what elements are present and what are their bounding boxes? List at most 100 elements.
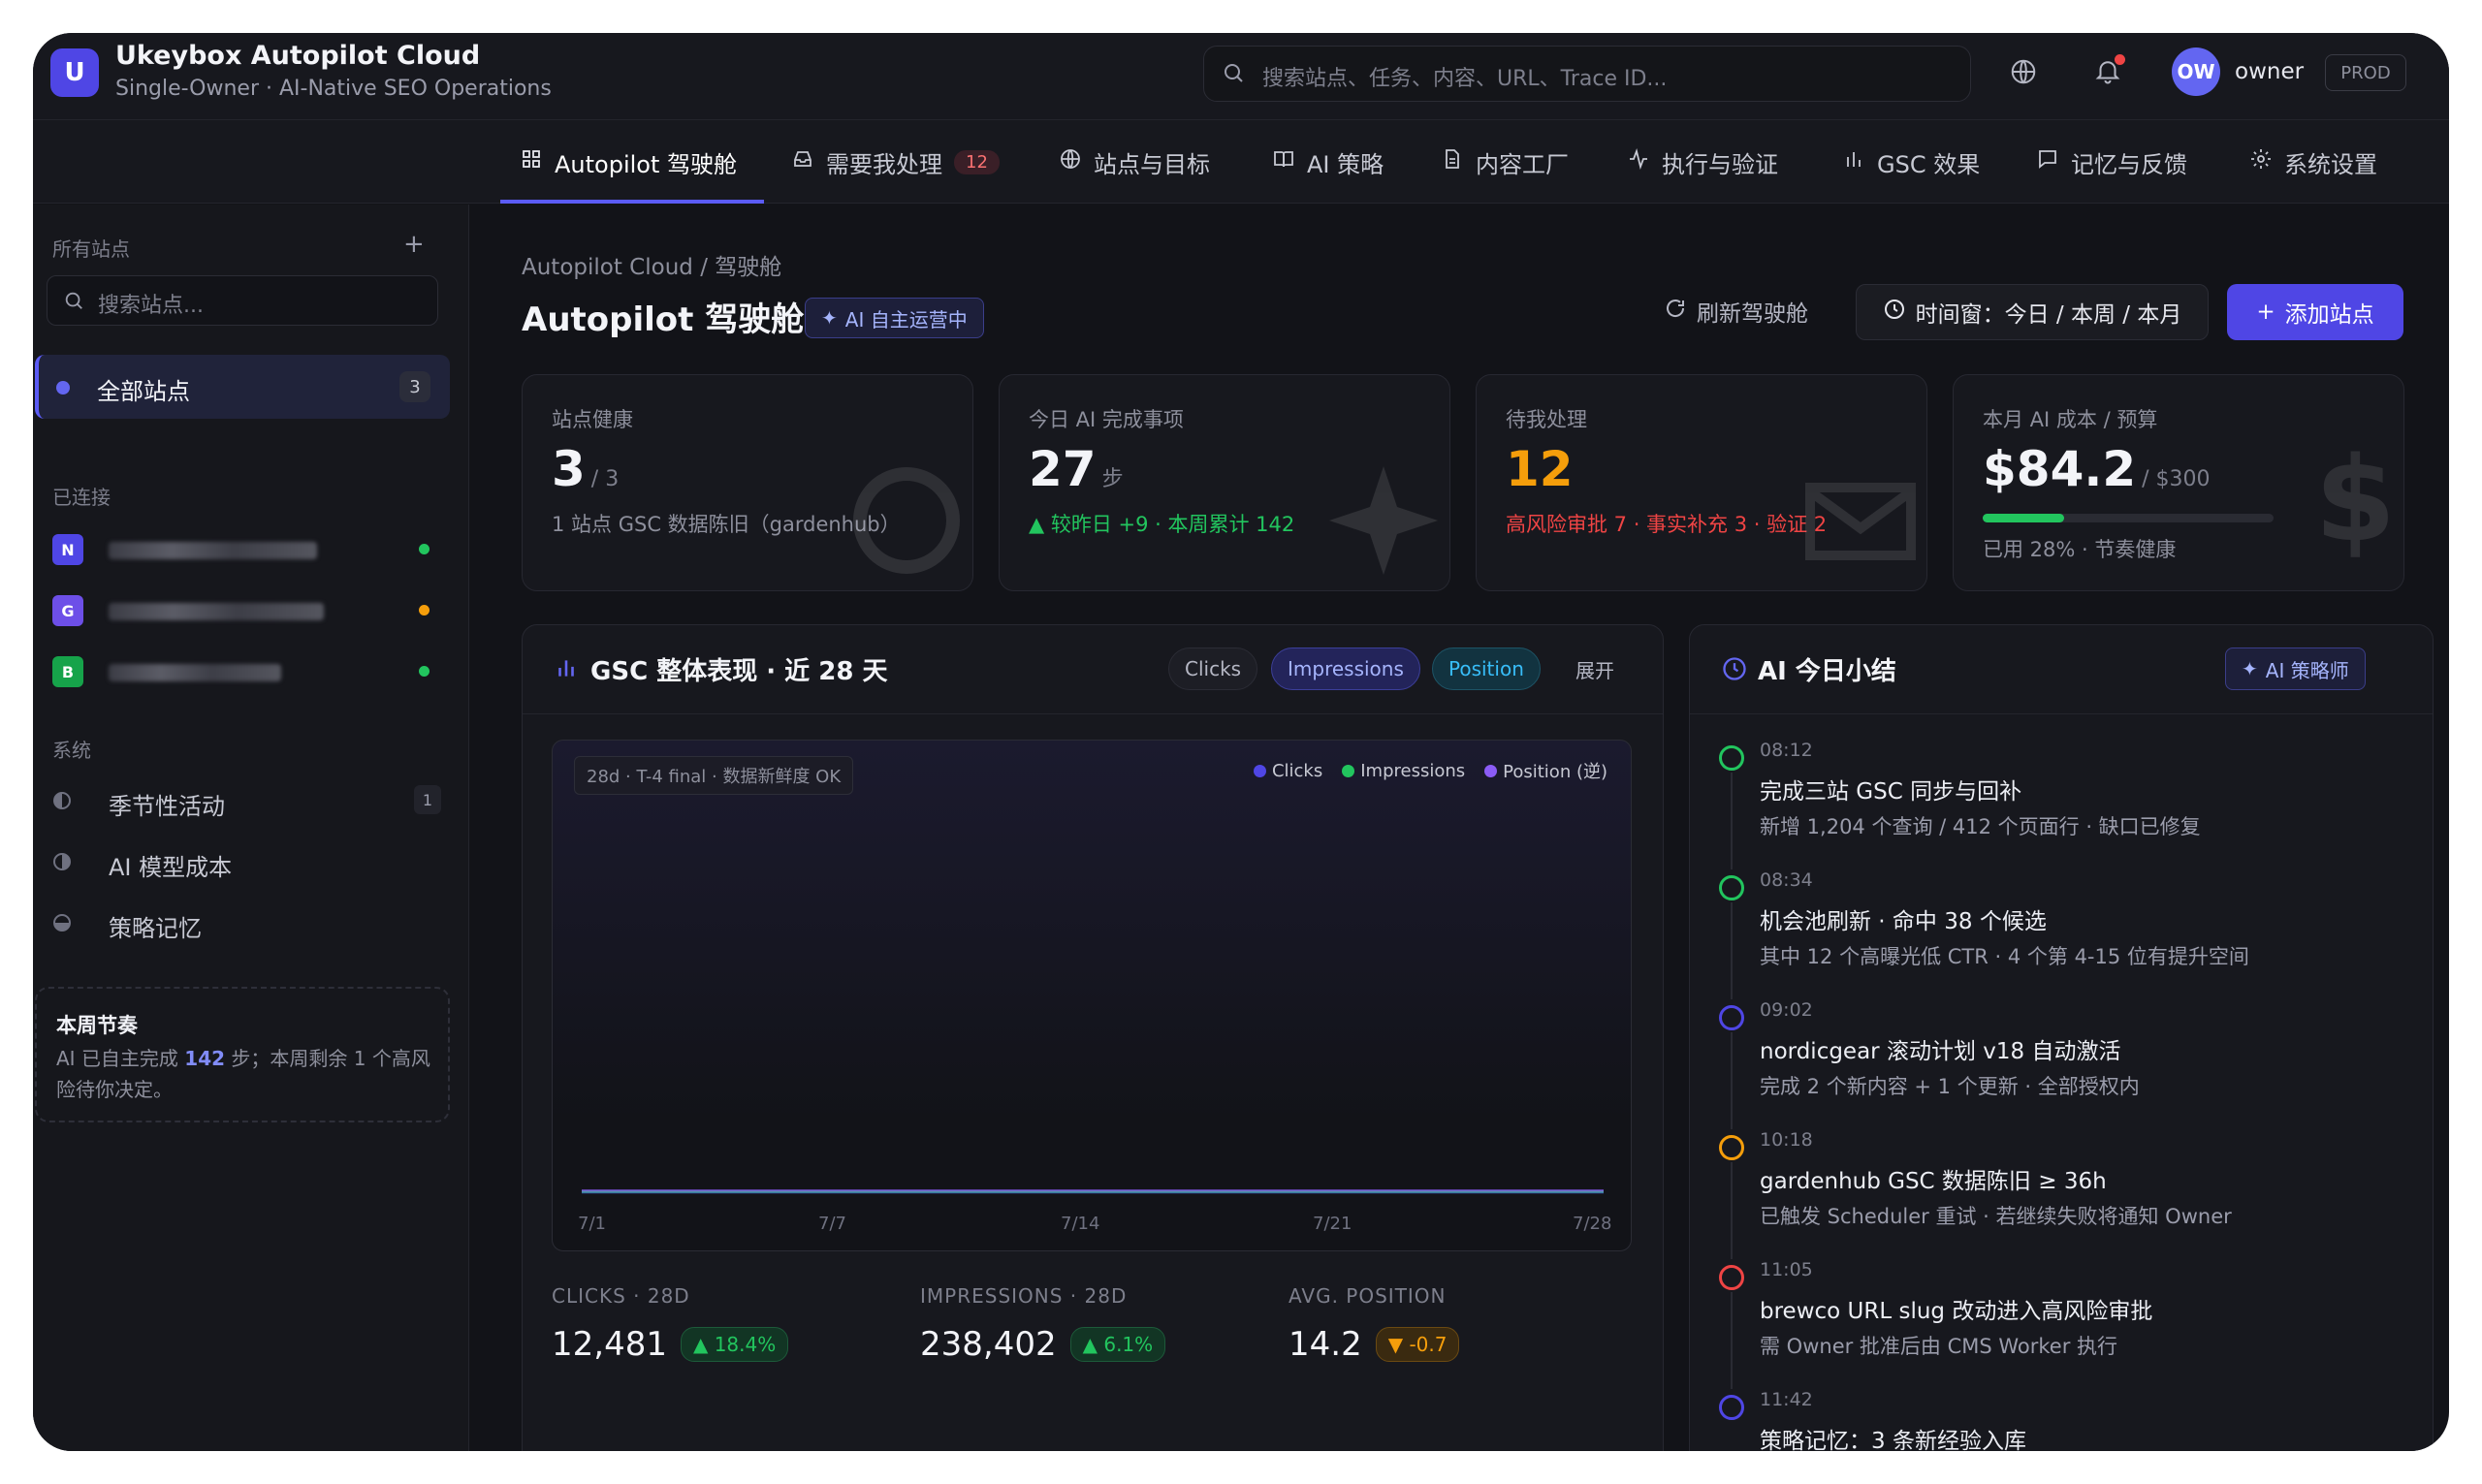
- gear-icon: [2249, 147, 2273, 176]
- add-site-button[interactable]: + 添加站点: [2227, 284, 2403, 340]
- sparkle-icon: [1329, 466, 1438, 575]
- timeline-item[interactable]: 08:12 完成三站 GSC 同步与回补 新增 1,204 个查询 / 412 个页…: [1719, 740, 2398, 869]
- refresh-button[interactable]: 刷新驾驶舱: [1664, 295, 1808, 328]
- expand-button[interactable]: 展开: [1560, 647, 1630, 690]
- delta-badge: ▲ 6.1%: [1069, 1327, 1166, 1362]
- kpi-pending[interactable]: 待我处理 12 高风险审批 7 · 事实补充 3 · 验证 2: [1476, 374, 1927, 591]
- time-window-select[interactable]: 时间窗：今日 / 本周 / 本月: [1856, 284, 2209, 340]
- chip-position[interactable]: Position: [1432, 647, 1541, 690]
- sidebar-site-item[interactable]: N: [52, 530, 450, 569]
- tab-needs-action[interactable]: 需要我处理 12: [791, 120, 1000, 204]
- tab-label: 需要我处理: [826, 150, 942, 178]
- main-tabs: Autopilot 驾驶舱 需要我处理 12 站点与目标 AI 策略 内容工厂 …: [33, 120, 2449, 204]
- grid-icon: [520, 147, 543, 176]
- user-name[interactable]: owner: [2235, 59, 2304, 84]
- stat-label: IMPRESSIONS · 28D: [920, 1284, 1128, 1308]
- timeline-item[interactable]: 10:18 gardenhub GSC 数据陈旧 ≥ 36h 已触发 Schedul…: [1719, 1129, 2398, 1259]
- timeline-item[interactable]: 09:02 nordicgear 滚动计划 v18 自动激活 完成 2 个新内容 +…: [1719, 999, 2398, 1129]
- kpi-site-health[interactable]: 站点健康 3/ 3 1 站点 GSC 数据陈旧（gardenhub）: [522, 374, 973, 591]
- stat-avg-position: AVG. POSITION 14.2 ▼ -0.7: [1289, 1284, 1460, 1364]
- sidebar-item-all-sites[interactable]: 全部站点 3: [35, 355, 450, 419]
- globe-icon[interactable]: [2009, 57, 2038, 90]
- timeline-desc: 已触发 Scheduler 重试 · 若继续失败将通知 Owner: [1760, 1205, 2232, 1228]
- global-search-input[interactable]: 搜索站点、任务、内容、URL、Trace ID...: [1203, 46, 1971, 102]
- stat-clicks: CLICKS · 28D 12,481 ▲ 18.4%: [552, 1284, 789, 1364]
- notification-dot: [2115, 54, 2125, 65]
- sidebar-item-model-cost[interactable]: AI 模型成本: [52, 842, 450, 881]
- x-tick-label: 7/1: [578, 1214, 606, 1234]
- site-search-input[interactable]: 搜索站点...: [47, 275, 438, 326]
- timeline-connector: [1731, 773, 1733, 869]
- tab-ai-strategy[interactable]: AI 策略: [1272, 120, 1384, 204]
- dollar-icon: $: [2314, 433, 2397, 568]
- chip-impressions[interactable]: Impressions: [1271, 647, 1420, 690]
- stat-label: CLICKS · 28D: [552, 1284, 690, 1308]
- site-initial: B: [52, 656, 83, 687]
- stat-value: 14.2: [1289, 1325, 1362, 1364]
- tab-autopilot[interactable]: Autopilot 驾驶舱: [499, 120, 765, 204]
- tab-label: Autopilot 驾驶舱: [555, 150, 738, 178]
- kpi-ai-cost[interactable]: 本月 AI 成本 / 预算 $84.2/ $300 已用 28% · 节奏健康 …: [1953, 374, 2404, 591]
- tab-label: 执行与验证: [1662, 150, 1778, 178]
- avatar[interactable]: OW: [2172, 47, 2220, 96]
- sidebar-item-seasonal[interactable]: 季节性活动 1: [52, 781, 450, 820]
- progress-fill: [1983, 514, 2064, 522]
- timeline-item[interactable]: 11:05 brewco URL slug 改动进入高风险审批需 Owner 批准…: [1719, 1259, 2398, 1389]
- app-logo[interactable]: U: [50, 48, 99, 97]
- sidebar-site-item[interactable]: B: [52, 652, 450, 691]
- tab-content-factory[interactable]: 内容工厂: [1441, 120, 1569, 204]
- timeline-desc: 需 Owner 批准后由 CMS Worker 执行: [1760, 1335, 2118, 1358]
- kpi-value: 12: [1506, 441, 1574, 497]
- plus-icon[interactable]: +: [403, 230, 425, 259]
- search-placeholder: 搜索站点、任务、内容、URL、Trace ID...: [1262, 67, 1668, 91]
- tab-label: GSC 效果: [1877, 150, 1981, 178]
- stat-label: AVG. POSITION: [1289, 1284, 1447, 1308]
- timeline-desc: 完成 2 个新内容 + 1 个更新 · 全部授权内: [1760, 1075, 2140, 1098]
- weekly-text: AI 已自主完成 142 步；本周剩余 1 个高风险待你决定。: [56, 1047, 430, 1101]
- timeline-title: gardenhub GSC 数据陈旧 ≥ 36h: [1760, 1169, 2107, 1194]
- timeline-connector: [1731, 902, 1733, 999]
- kpi-value: 3/ 3: [552, 441, 620, 497]
- tab-settings[interactable]: 系统设置: [2249, 120, 2377, 204]
- x-tick-label: 7/21: [1313, 1214, 1352, 1234]
- status-dot: [419, 666, 430, 677]
- half-circle-icon: [52, 791, 72, 814]
- sidebar-site-item[interactable]: G: [52, 591, 450, 630]
- kpi-sub: ▲ 较昨日 +9 · 本周累计 142: [1029, 513, 1295, 536]
- tab-gsc[interactable]: GSC 效果: [1842, 120, 1980, 204]
- ai-strategist-button[interactable]: ✦ AI 策略师: [2225, 647, 2366, 690]
- gsc-panel: GSC 整体表现 · 近 28 天 Clicks Impressions Pos…: [522, 624, 1664, 1451]
- redacted-site-name: [109, 664, 281, 681]
- sidebar: 所有站点 + 搜索站点... 全部站点 3 已连接 N G B 系统 季节性活动…: [33, 205, 469, 1451]
- weekly-rhythm-card: 本周节奏 AI 已自主完成 142 步；本周剩余 1 个高风险待你决定。: [35, 987, 450, 1122]
- kpi-value: 27 步: [1029, 441, 1124, 497]
- message-icon: [2036, 147, 2059, 176]
- breadcrumb[interactable]: Autopilot Cloud / 驾驶舱: [522, 248, 781, 281]
- timeline-title: 机会池刷新 · 命中 38 个候选: [1760, 909, 2047, 934]
- panel-header: AI 今日小结 ✦ AI 策略师: [1690, 625, 2433, 714]
- app-subtitle: Single-Owner · AI-Native SEO Operations: [115, 77, 552, 101]
- globe-icon: [1059, 147, 1082, 176]
- timeline-item[interactable]: 08:34 机会池刷新 · 命中 38 个候选其中 12 个高曝光低 CTR · …: [1719, 869, 2398, 999]
- kpi-label: 待我处理: [1506, 408, 1587, 431]
- bar-chart-icon: [1842, 147, 1865, 176]
- top-bar: U Ukeybox Autopilot Cloud Single-Owner ·…: [33, 33, 2449, 120]
- tab-sites-goals[interactable]: 站点与目标: [1059, 120, 1210, 204]
- timeline-connector: [1731, 1032, 1733, 1129]
- status-dot: [419, 605, 430, 616]
- sidebar-item-strategy-memory[interactable]: 策略记忆: [52, 903, 450, 942]
- timeline-item[interactable]: 11:42 策略记忆：3 条新经验入库: [1719, 1389, 2398, 1451]
- tab-label: 记忆与反馈: [2071, 150, 2187, 178]
- timeline-connector: [1731, 1292, 1733, 1389]
- tab-memory-feedback[interactable]: 记忆与反馈: [2036, 120, 2187, 204]
- timeline-desc: 其中 12 个高曝光低 CTR · 4 个第 4-15 位有提升空间: [1760, 945, 2249, 968]
- timeline-time: 08:34: [1760, 869, 1813, 891]
- timeline-title: nordicgear 滚动计划 v18 自动激活: [1760, 1039, 2121, 1064]
- chip-clicks[interactable]: Clicks: [1168, 647, 1258, 690]
- kpi-ai-completed[interactable]: 今日 AI 完成事项 27 步 ▲ 较昨日 +9 · 本周累计 142: [999, 374, 1450, 591]
- half-circle-icon: [52, 852, 72, 875]
- tab-execution[interactable]: 执行与验证: [1627, 120, 1778, 204]
- ring-icon: [853, 467, 960, 574]
- tab-label: AI 策略: [1307, 150, 1384, 178]
- status-dot: [419, 544, 430, 554]
